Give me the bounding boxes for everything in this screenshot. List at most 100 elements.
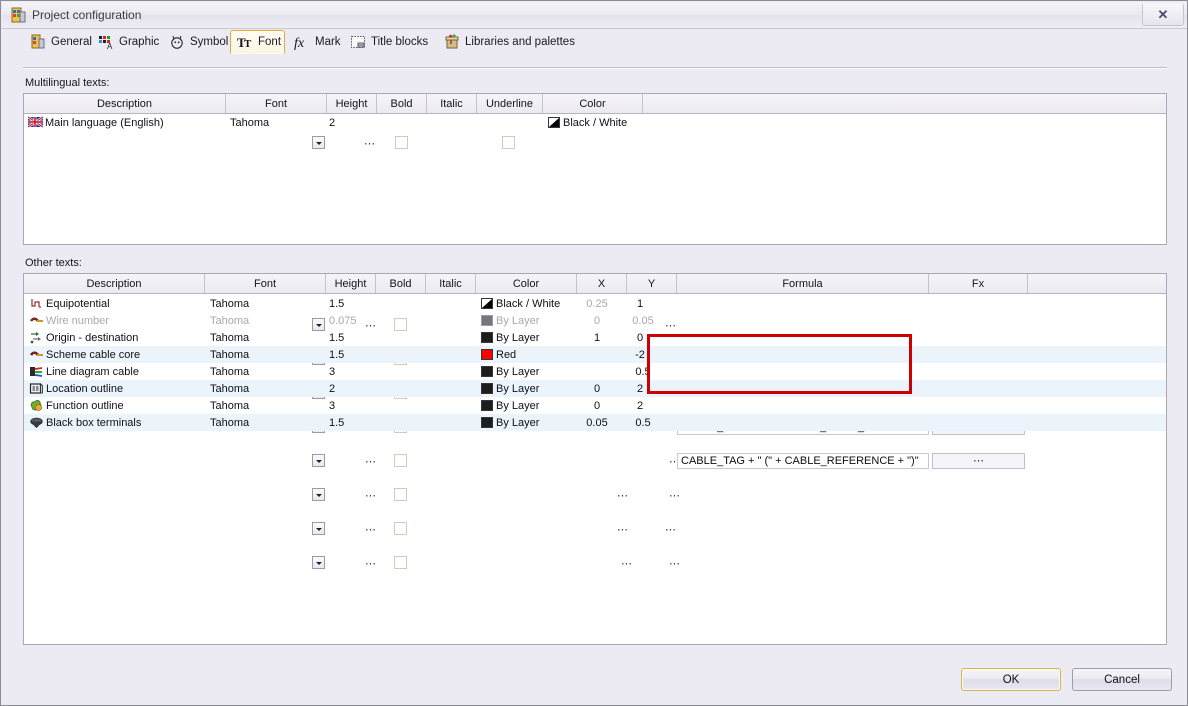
column-header-fx[interactable]: Fx bbox=[929, 274, 1028, 293]
font-dropdown-button[interactable] bbox=[312, 522, 325, 535]
formula-input[interactable]: CABLE_TAG + " (" + CABLE_REFERENCE + ")" bbox=[677, 453, 929, 469]
scheme-cable-core-icon bbox=[29, 347, 44, 362]
column-header-bold[interactable]: Bold bbox=[376, 274, 426, 293]
tab-symbol[interactable]: Symbol bbox=[163, 31, 237, 53]
column-header-italic[interactable]: Italic bbox=[427, 94, 477, 113]
cell-font: Tahoma bbox=[230, 114, 310, 131]
tab-general[interactable]: General bbox=[24, 31, 100, 53]
height-options-button[interactable]: ⋯ bbox=[365, 457, 376, 468]
cell-description-text: Black box terminals bbox=[46, 416, 142, 429]
column-header-height[interactable]: Height bbox=[326, 274, 376, 293]
column-header-bold[interactable]: Bold bbox=[377, 94, 427, 113]
black-box-terminals-icon bbox=[29, 415, 44, 430]
ok-button[interactable]: OK bbox=[961, 668, 1061, 691]
cell-height-text: 3 bbox=[329, 365, 336, 378]
cell-description: Function outline bbox=[29, 397, 205, 414]
table-row[interactable]: Black box terminals Tahoma 1.5 ⋯ By Laye… bbox=[24, 414, 1166, 570]
cell-height-text: 0.075 bbox=[329, 314, 357, 327]
bold-checkbox[interactable] bbox=[394, 522, 407, 535]
bold-checkbox[interactable] bbox=[394, 488, 407, 501]
cell-height: 0.075 bbox=[329, 312, 364, 329]
column-header-x[interactable]: X bbox=[577, 274, 627, 293]
x-options-button[interactable]: ⋯ bbox=[621, 559, 632, 570]
tab-libraries-and-palettes[interactable]: Libraries and palettes bbox=[438, 31, 590, 53]
cell-font: Tahoma bbox=[210, 295, 300, 312]
table-row[interactable]: Scheme cable core Tahoma 1.5 ⋯ Red -2 ⋯ bbox=[24, 346, 1166, 435]
height-options-button[interactable]: ⋯ bbox=[365, 559, 376, 570]
table-row[interactable]: Origin - destination Tahoma 1.5 ⋯ By Lay… bbox=[24, 329, 1166, 400]
wire-number-icon bbox=[29, 313, 44, 328]
cell-color[interactable]: By Layer bbox=[481, 363, 581, 380]
color-swatch-by-layer bbox=[481, 400, 493, 411]
cell-color-text: By Layer bbox=[496, 382, 540, 395]
y-options-button[interactable]: ⋯ bbox=[665, 525, 676, 536]
height-options-button[interactable]: ⋯ bbox=[365, 525, 376, 536]
x-options-button[interactable]: ⋯ bbox=[617, 491, 628, 502]
font-dropdown-button[interactable] bbox=[312, 454, 325, 467]
close-icon[interactable]: ✕ bbox=[1142, 4, 1184, 26]
cell-description-text: Wire number bbox=[46, 314, 109, 327]
color-swatch-by-layer bbox=[481, 315, 493, 326]
cell-color-text: By Layer bbox=[496, 314, 540, 327]
cell-color[interactable]: By Layer bbox=[481, 312, 581, 329]
cell-color[interactable]: Black / White bbox=[481, 295, 581, 312]
bold-checkbox[interactable] bbox=[394, 454, 407, 467]
cell-x-text: 0 bbox=[593, 314, 601, 327]
bold-checkbox[interactable] bbox=[394, 556, 407, 569]
font-dropdown-button[interactable] bbox=[312, 136, 325, 149]
location-outline-icon bbox=[29, 381, 44, 396]
table-row[interactable]: Line diagram cable Tahoma 3 ⋯ By Layer 0… bbox=[24, 363, 1166, 469]
close-glyph: ✕ bbox=[1157, 6, 1169, 22]
font-dropdown-button[interactable] bbox=[312, 488, 325, 501]
cell-height: 1.5 bbox=[329, 329, 364, 346]
column-header-description[interactable]: Description bbox=[24, 94, 226, 113]
column-header-y[interactable]: Y bbox=[627, 274, 677, 293]
cell-color[interactable]: By Layer bbox=[481, 414, 581, 431]
cell-color[interactable]: Black / White bbox=[548, 114, 658, 131]
column-header-underline[interactable]: Underline bbox=[477, 94, 543, 113]
tab-graphic[interactable]: A Graphic bbox=[92, 31, 170, 53]
cell-color[interactable]: By Layer bbox=[481, 397, 581, 414]
column-header-italic[interactable]: Italic bbox=[426, 274, 476, 293]
cancel-button[interactable]: Cancel bbox=[1072, 668, 1172, 691]
equipotential-icon bbox=[29, 296, 44, 311]
cell-font: Tahoma bbox=[210, 414, 300, 431]
cell-color[interactable]: By Layer bbox=[481, 329, 581, 346]
table-row[interactable]: Location outline Tahoma 2 ⋯ By Layer 0 ⋯… bbox=[24, 380, 1166, 502]
cell-description: Location outline bbox=[29, 380, 205, 397]
column-header-description[interactable]: Description bbox=[24, 274, 205, 293]
column-header-font[interactable]: Font bbox=[226, 94, 327, 113]
cell-height: 2 bbox=[329, 380, 364, 397]
cell-font: Tahoma bbox=[210, 312, 300, 329]
column-header-font[interactable]: Font bbox=[205, 274, 326, 293]
tab-title-blocks[interactable]: Title blocks bbox=[344, 31, 440, 53]
tab-font[interactable]: T T Font bbox=[230, 30, 285, 54]
tab-mark[interactable]: fx Mark bbox=[288, 31, 350, 53]
fx-button[interactable]: ⋯ bbox=[932, 453, 1025, 469]
table-row[interactable]: Wire number Tahoma 0.075 ⋯ By Layer 0 ⋯ … bbox=[24, 312, 1166, 366]
underline-checkbox[interactable] bbox=[502, 136, 515, 149]
column-header-height[interactable]: Height bbox=[327, 94, 377, 113]
font-dropdown-button[interactable] bbox=[312, 556, 325, 569]
table-row[interactable]: Equipotential Tahoma 1.5 ⋯ Black / White… bbox=[24, 295, 1166, 332]
table-row[interactable]: Function outline Tahoma 3 ⋯ By Layer 0 ⋯… bbox=[24, 397, 1166, 536]
cell-font-text: Tahoma bbox=[210, 331, 250, 344]
cell-font-text: Tahoma bbox=[210, 348, 250, 361]
column-header-color[interactable]: Color bbox=[476, 274, 577, 293]
height-options-button[interactable]: ⋯ bbox=[365, 491, 376, 502]
column-header-formula[interactable]: Formula bbox=[677, 274, 929, 293]
cell-color[interactable]: By Layer bbox=[481, 380, 581, 397]
y-options-button[interactable]: ⋯ bbox=[669, 491, 680, 502]
height-options-button[interactable]: ⋯ bbox=[364, 139, 375, 150]
column-header-color[interactable]: Color bbox=[543, 94, 643, 113]
bold-checkbox[interactable] bbox=[395, 136, 408, 149]
y-options-button[interactable]: ⋯ bbox=[669, 559, 680, 570]
tab-divider-highlight bbox=[23, 68, 1167, 69]
x-options-button[interactable]: ⋯ bbox=[617, 525, 628, 536]
cell-color[interactable]: Red bbox=[481, 346, 581, 363]
multilingual-texts-label: Multilingual texts: bbox=[25, 77, 110, 89]
project-config-icon bbox=[10, 7, 27, 24]
other-texts-table-header: Description Font Height Bold Italic Colo… bbox=[24, 274, 1166, 294]
table-row[interactable]: Main language (English) Tahoma 2 ⋯ Black… bbox=[24, 114, 1166, 150]
color-swatch-by-layer bbox=[481, 383, 493, 394]
